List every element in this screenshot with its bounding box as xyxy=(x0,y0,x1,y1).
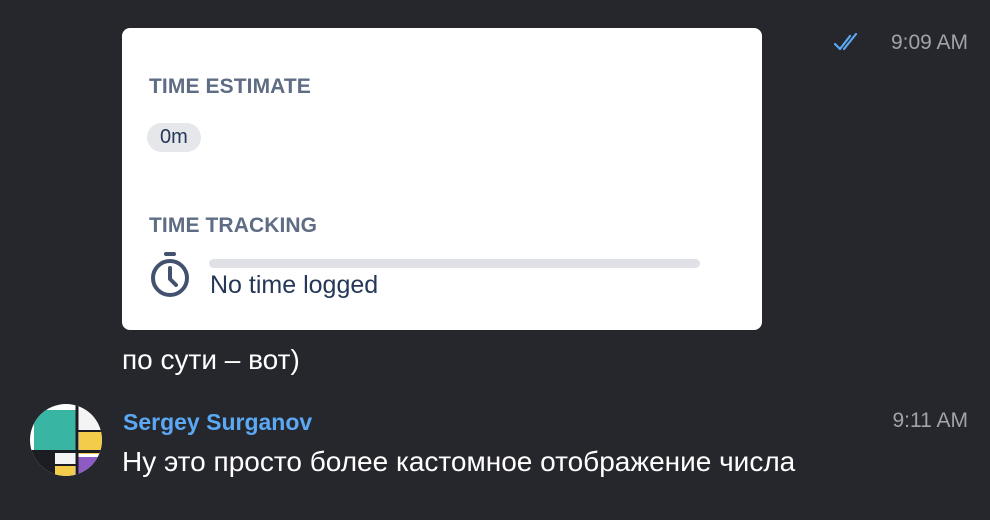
time-estimate-badge[interactable]: 0m xyxy=(147,123,201,152)
time-tracking-heading: TIME TRACKING xyxy=(149,214,318,237)
time-estimate-heading: TIME ESTIMATE xyxy=(149,75,311,98)
message-text: по сути – вот) xyxy=(122,344,300,375)
double-check-icon xyxy=(834,33,858,51)
message-timestamp: 9:09 AM xyxy=(890,31,968,54)
time-tracking-card: TIME ESTIMATE 0m TIME TRACKING No time l… xyxy=(122,28,762,330)
message-text: Ну это просто более кастомное отображени… xyxy=(122,446,796,477)
time-tracking-status: No time logged xyxy=(210,271,379,299)
avatar[interactable] xyxy=(30,404,102,476)
message-author[interactable]: Sergey Surganov xyxy=(123,409,312,436)
stopwatch-icon xyxy=(151,252,189,297)
avatar-image xyxy=(30,404,102,476)
message-timestamp: 9:11 AM xyxy=(892,409,969,432)
time-tracking-progress-bar xyxy=(209,259,700,268)
